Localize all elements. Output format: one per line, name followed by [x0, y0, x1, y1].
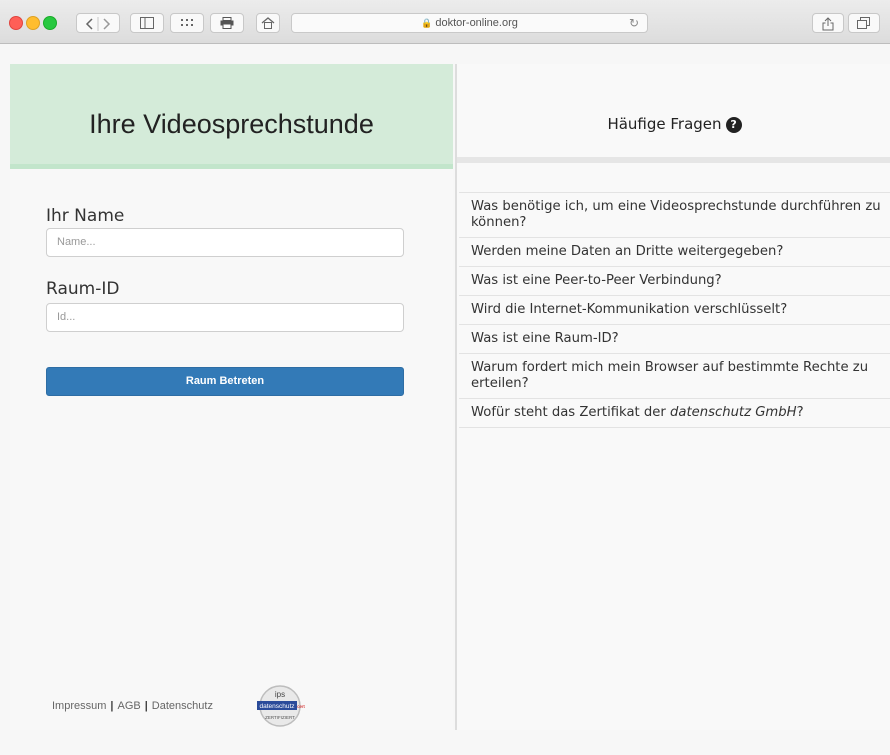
grid-icon	[181, 19, 193, 26]
zoom-window-button[interactable]	[43, 16, 57, 30]
help-icon[interactable]: ?	[725, 117, 742, 133]
faq-item-company: datenschutz GmbH	[670, 405, 797, 420]
agb-link[interactable]: AGB	[117, 700, 140, 712]
footer-separator: |	[144, 700, 148, 712]
close-window-button[interactable]	[9, 16, 23, 30]
page-bottom	[0, 730, 890, 755]
printer-icon	[220, 17, 234, 29]
faq-list: Was benötige ich, um eine Videosprechstu…	[459, 192, 890, 428]
tabs-overview-button[interactable]	[848, 13, 880, 33]
footer-separator: |	[110, 700, 114, 712]
home-icon	[261, 17, 275, 29]
faq-panel: Häufige Fragen? Was benötige ich, um ein…	[455, 64, 890, 730]
footer-links: Impressum | AGB | Datenschutz	[52, 700, 213, 712]
minimize-window-button[interactable]	[26, 16, 40, 30]
tabs-icon	[857, 17, 870, 29]
share-button[interactable]	[812, 13, 844, 33]
share-icon	[822, 17, 834, 31]
url-text: 🔒 doktor-online.org	[292, 14, 647, 32]
faq-item[interactable]: Wird die Internet-Kommunikation verschlü…	[459, 295, 890, 324]
datenschutz-certificate-badge[interactable]: ips datenschutz cert ZERTIFIZIERT	[254, 684, 306, 728]
login-panel: Ihre Videosprechstunde Ihr Name Name... …	[10, 64, 453, 730]
hero-header: Ihre Videosprechstunde	[10, 64, 453, 169]
faq-item-certificate[interactable]: Wofür steht das Zertifikat der datenschu…	[459, 398, 890, 428]
faq-item-suffix: ?	[796, 405, 804, 420]
badge-bottom-text: ZERTIFIZIERT	[265, 715, 295, 720]
print-button[interactable]	[210, 13, 244, 33]
browser-toolbar: 🔒 doktor-online.org ↻	[0, 0, 890, 44]
show-all-tabs-button[interactable]	[170, 13, 204, 33]
badge-mid-text: datenschutz	[259, 703, 294, 710]
page-title: Ihre Videosprechstunde	[89, 109, 374, 139]
back-forward-buttons[interactable]	[76, 13, 120, 33]
reload-icon[interactable]: ↻	[629, 14, 639, 32]
faq-item-text: Wofür steht das Zertifikat der	[471, 405, 670, 420]
impressum-link[interactable]: Impressum	[52, 700, 106, 712]
faq-title: Häufige Fragen?	[457, 115, 890, 133]
back-forward-icon	[85, 17, 111, 31]
room-id-label: Raum-ID	[46, 279, 120, 299]
name-label: Ihr Name	[46, 206, 125, 226]
sidebar-icon	[140, 17, 154, 29]
badge-top-text: ips	[275, 690, 285, 699]
faq-title-text: Häufige Fragen	[607, 115, 722, 133]
name-input[interactable]: Name...	[46, 228, 404, 257]
address-bar[interactable]: 🔒 doktor-online.org ↻	[291, 13, 648, 33]
room-id-input[interactable]: Id...	[46, 303, 404, 332]
faq-item[interactable]: Warum fordert mich mein Browser auf best…	[459, 353, 890, 398]
faq-item[interactable]: Was benötige ich, um eine Videosprechstu…	[459, 192, 890, 237]
faq-item[interactable]: Was ist eine Peer-to-Peer Verbindung?	[459, 266, 890, 295]
join-room-button[interactable]: Raum Betreten	[46, 367, 404, 396]
faq-item[interactable]: Werden meine Daten an Dritte weitergegeb…	[459, 237, 890, 266]
lock-icon: 🔒	[421, 18, 433, 28]
home-button[interactable]	[256, 13, 280, 33]
faq-divider	[457, 157, 890, 163]
url-value: doktor-online.org	[435, 17, 518, 29]
badge-mid-suffix: cert	[297, 704, 305, 709]
datenschutz-link[interactable]: Datenschutz	[152, 700, 213, 712]
sidebar-toggle-button[interactable]	[130, 13, 164, 33]
faq-item[interactable]: Was ist eine Raum-ID?	[459, 324, 890, 353]
